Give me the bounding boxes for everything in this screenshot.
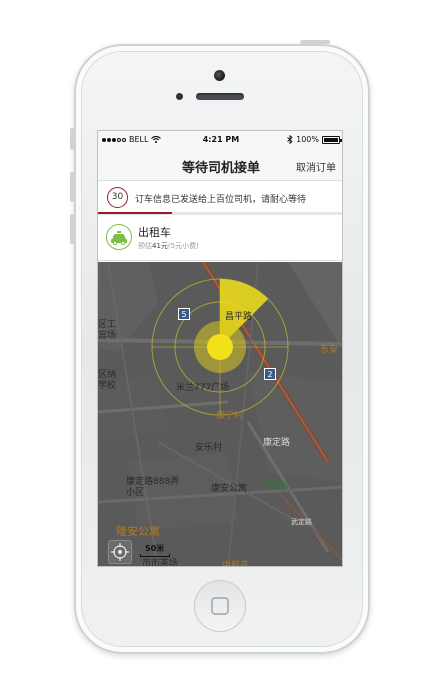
map-label-left-2: 宫场 xyxy=(98,331,117,341)
mute-switch xyxy=(70,128,74,150)
volume-up-button xyxy=(70,172,74,202)
car-type-row[interactable]: 出租车 预估41元(5元小费) xyxy=(98,217,342,261)
fare-prefix: 预估 xyxy=(138,242,152,250)
home-square-icon xyxy=(211,597,229,615)
wait-progress-bar xyxy=(98,212,342,214)
countdown-timer: 30 xyxy=(107,187,128,208)
cancel-order-button[interactable]: 取消订单 xyxy=(296,159,336,174)
status-bar: BELL 4:21 PM 100% xyxy=(98,131,342,149)
map-label-bottom-2: 中船花 xyxy=(222,561,250,567)
earpiece-speaker xyxy=(196,93,244,100)
map-label-road-2: 康定路 xyxy=(263,438,291,448)
taxi-icon xyxy=(106,224,132,250)
map-label-apartment-2: 隆安公寓 xyxy=(116,525,160,538)
locate-icon xyxy=(111,543,129,561)
car-type-name: 出租车 xyxy=(138,226,171,239)
dispatch-notice: 30 订车信息已发送给上百位司机，请耐心等待 xyxy=(98,181,342,215)
power-button xyxy=(300,40,330,44)
fare-amount: 41元 xyxy=(152,242,168,250)
map-label-apartment: 康安公寓 xyxy=(211,484,248,494)
battery-icon xyxy=(322,135,342,144)
map-label-village-2: 安乐村 xyxy=(195,443,223,453)
app-screen: BELL 4:21 PM 100% 等待司机接单 取消订单 30 订车信息已发送… xyxy=(97,130,343,567)
fare-estimate: 预估41元(5元小费) xyxy=(138,241,199,251)
map-label-village-3: 绿杨村 xyxy=(262,481,290,491)
map-label-lane-sub: 小区 xyxy=(126,488,145,498)
map-label-road-3: 武定路 xyxy=(291,518,312,526)
map-label-plaza: 米兰777广场 xyxy=(176,383,230,393)
map-label-village: 康宁村 xyxy=(216,411,244,421)
navigation-bar: 等待司机接单 取消订单 xyxy=(98,149,342,181)
map-label-right: 东安 xyxy=(320,345,339,355)
wait-progress-fill xyxy=(98,212,172,214)
home-button[interactable] xyxy=(194,580,246,632)
fare-tip: (5元小费) xyxy=(167,242,199,250)
map-scale-bar xyxy=(140,554,170,557)
bluetooth-icon xyxy=(287,135,293,144)
battery-percent: 100% xyxy=(296,135,319,144)
proximity-sensor xyxy=(176,93,183,100)
locate-button[interactable] xyxy=(108,540,132,564)
road-sign-5: 5 xyxy=(178,308,190,320)
volume-down-button xyxy=(70,214,74,244)
front-camera xyxy=(214,70,225,81)
map-label-bottom: 市市茶场 xyxy=(142,559,179,567)
map-scale-label: 50米 xyxy=(145,544,165,553)
road-sign-2: 2 xyxy=(264,368,276,380)
map-view[interactable]: 5 2 昌平路 米兰777广场 康宁村 安乐村 康定路 康定路888弄 小区 康… xyxy=(98,262,342,567)
map-label-left-4: 学校 xyxy=(98,381,117,391)
dispatch-message: 订车信息已发送给上百位司机，请耐心等待 xyxy=(135,195,307,205)
map-label-road: 昌平路 xyxy=(225,312,253,322)
